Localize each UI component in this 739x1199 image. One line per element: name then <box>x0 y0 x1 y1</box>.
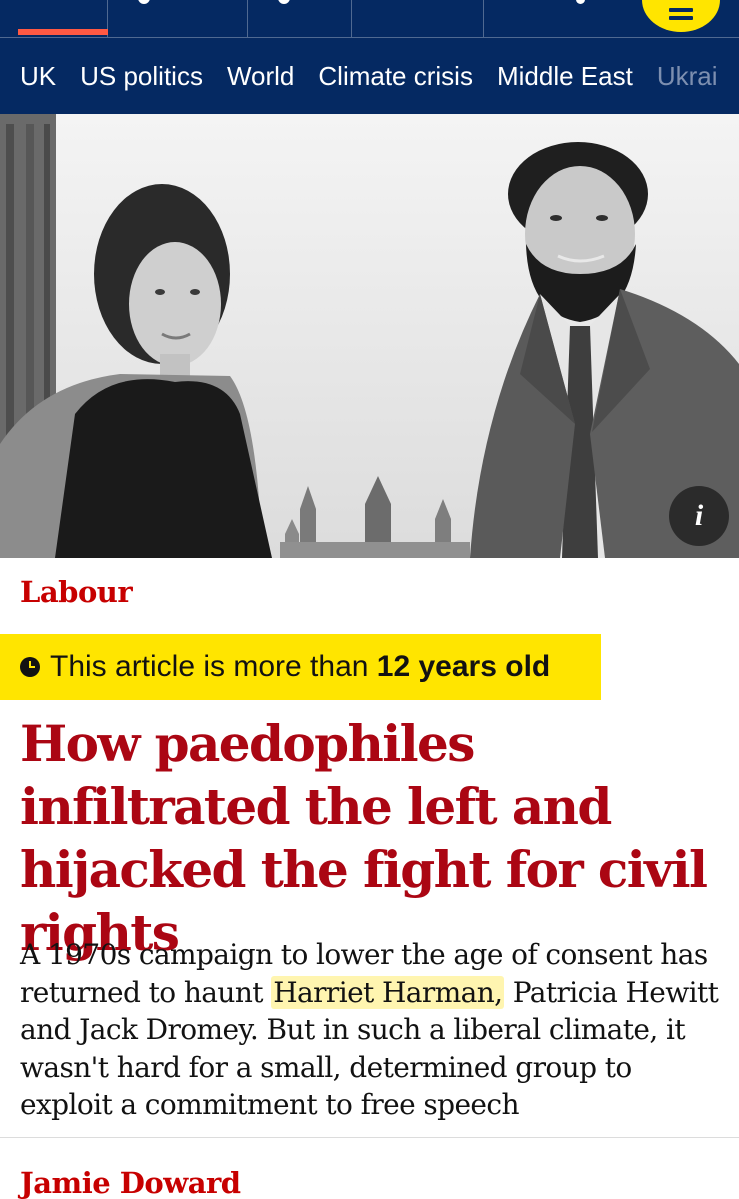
age-warning-text: This article is more than <box>50 650 369 683</box>
pillar-label-fragment <box>138 0 150 4</box>
active-pillar-indicator <box>18 29 108 35</box>
menu-icon-bar <box>669 16 693 20</box>
divider <box>0 1137 739 1138</box>
pillar-tab-culture[interactable] <box>352 0 484 38</box>
pillar-label-fragment <box>278 0 290 4</box>
pillar-label-fragment <box>576 0 585 4</box>
menu-button[interactable] <box>642 0 720 32</box>
section-subnav: UK US politics World Climate crisis Midd… <box>0 38 739 114</box>
section-label[interactable]: Labour <box>20 575 133 609</box>
pillar-navigation <box>0 0 739 38</box>
info-icon[interactable]: i <box>669 486 729 546</box>
pillar-tab-sport[interactable] <box>248 0 352 38</box>
pillar-tab-news[interactable] <box>0 0 108 38</box>
pillar-tab-lifestyle[interactable] <box>484 0 624 38</box>
hero-photo-illustration <box>0 114 739 558</box>
age-warning-value: 12 years old <box>376 650 551 683</box>
subnav-item-world[interactable]: World <box>227 61 294 92</box>
top-navigation: UK US politics World Climate crisis Midd… <box>0 0 739 114</box>
menu-icon <box>669 8 693 12</box>
subnav-item-ukraine[interactable]: Ukrai <box>657 61 718 92</box>
article-standfirst: A 1970s campaign to lower the age of con… <box>20 936 725 1124</box>
subnav-item-middle-east[interactable]: Middle East <box>497 61 633 92</box>
author-byline[interactable]: Jamie Doward <box>20 1166 241 1199</box>
subnav-item-climate-crisis[interactable]: Climate crisis <box>318 61 473 92</box>
subnav-item-uk[interactable]: UK <box>20 61 56 92</box>
subnav-item-us-politics[interactable]: US politics <box>80 61 203 92</box>
article-headline: How paedophiles infiltrated the left and… <box>20 714 708 962</box>
clock-icon <box>20 657 40 677</box>
standfirst-highlight: Harriet Harman, <box>271 975 505 1009</box>
hero-photo <box>0 114 739 558</box>
pillar-tab-opinion[interactable] <box>108 0 248 38</box>
article-age-warning: This article is more than 12 years old <box>0 634 601 700</box>
